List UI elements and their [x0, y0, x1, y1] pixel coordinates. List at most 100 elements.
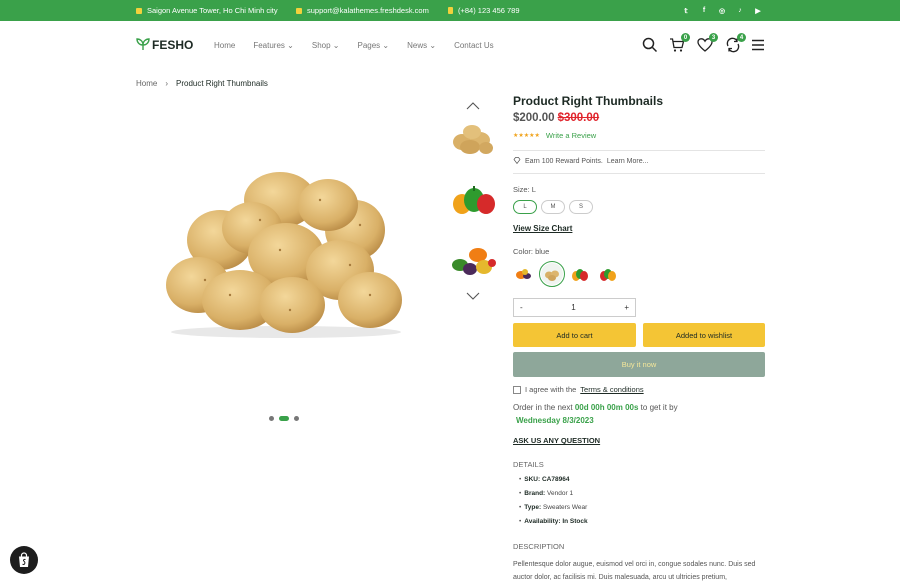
color-swatch-selected[interactable]: [539, 261, 565, 287]
buy-now-button[interactable]: Buy it now: [513, 352, 765, 377]
facebook-icon[interactable]: f: [700, 7, 708, 14]
description-heading: DESCRIPTION: [513, 542, 565, 551]
thumbnail-potatoes[interactable]: [448, 118, 498, 158]
thumbnail-vegetables[interactable]: [448, 241, 498, 281]
detail-value: CA78964: [541, 476, 570, 483]
agree-text: I agree with the: [525, 385, 577, 394]
chevron-up-icon[interactable]: [466, 98, 480, 116]
detail-value: Sweaters Wear: [542, 504, 588, 511]
nav-features-label: Features: [253, 41, 285, 50]
address-text: Saigon Avenue Tower, Ho Chi Minh city: [147, 6, 278, 15]
main-nav: Home Features ⌄ Shop ⌄ Pages ⌄ News ⌄ Co…: [214, 41, 494, 50]
social-links: 𝕥 f ◎ ♪ ▶: [682, 0, 762, 21]
phone-item[interactable]: (+84) 123 456 789: [448, 0, 520, 21]
header: FESHO Home Features ⌄ Shop ⌄ Pages ⌄ New…: [0, 21, 900, 71]
rating-row: ★★★★★ Write a Review: [513, 131, 596, 140]
nav-pages-label: Pages: [357, 41, 381, 50]
map-pin-icon: [136, 7, 142, 14]
bullet: •: [519, 476, 522, 483]
color-label: Color: blue: [513, 247, 550, 256]
size-option-s[interactable]: S: [569, 200, 593, 214]
cart-icon[interactable]: 0: [669, 33, 690, 53]
youtube-icon[interactable]: ▶: [754, 7, 762, 15]
terms-agreement: I agree with the Terms & conditions: [513, 385, 644, 394]
chevron-down-icon: ⌄: [382, 41, 390, 50]
search-icon[interactable]: [642, 37, 658, 53]
color-swatch[interactable]: [569, 263, 591, 285]
terms-link[interactable]: Terms & conditions: [580, 385, 643, 394]
wishlist-icon[interactable]: 3: [697, 33, 718, 53]
detail-label: Type:: [524, 504, 542, 511]
size-options: L M S: [513, 200, 593, 214]
reward-text: Earn 100 Reward Points.: [525, 158, 603, 165]
shopify-bag-icon[interactable]: [10, 546, 38, 574]
nav-features[interactable]: Features ⌄: [253, 41, 294, 50]
twitter-icon[interactable]: 𝕥: [682, 7, 690, 15]
instagram-icon[interactable]: ◎: [718, 7, 726, 15]
thumbnail-peppers[interactable]: [448, 180, 498, 220]
detail-label: Availability:: [524, 518, 561, 525]
price-block: $200.00 $300.00: [513, 112, 599, 124]
detail-value: In Stock: [562, 518, 588, 525]
logo[interactable]: FESHO: [136, 37, 193, 53]
chevron-down-icon: ⌄: [429, 41, 437, 50]
write-review-link[interactable]: Write a Review: [546, 131, 596, 140]
wishlist-count-badge: 3: [709, 33, 718, 42]
cart-count-badge: 0: [681, 33, 690, 42]
breadcrumb-home[interactable]: Home: [136, 79, 157, 88]
logo-text: FESHO: [152, 38, 194, 52]
mail-icon: [296, 7, 302, 14]
breadcrumb-separator: ›: [165, 79, 169, 88]
details-heading: DETAILS: [513, 460, 544, 469]
compare-icon[interactable]: 4: [725, 33, 746, 53]
leaf-logo-icon: [136, 37, 150, 53]
delivery-date: Wednesday 8/3/2023: [516, 416, 594, 425]
nav-news[interactable]: News ⌄: [407, 41, 436, 50]
breadcrumb-current: Product Right Thumbnails: [176, 79, 268, 88]
nav-pages[interactable]: Pages ⌄: [357, 41, 389, 50]
detail-value: Vendor 1: [547, 490, 574, 497]
ask-question-link[interactable]: ASK US ANY QUESTION: [513, 436, 600, 445]
size-chart-link[interactable]: View Size Chart: [513, 224, 572, 233]
main-product-image[interactable]: [160, 160, 412, 340]
description-text: Pellentesque dolor augue, euismod vel or…: [513, 561, 756, 581]
color-swatch[interactable]: [513, 263, 535, 285]
product-title: Product Right Thumbnails: [513, 94, 663, 108]
email-text[interactable]: support@kalathemes.freshdesk.com: [307, 6, 429, 15]
bullet: •: [519, 518, 522, 525]
chevron-down-icon: ⌄: [332, 41, 340, 50]
bullet: •: [519, 504, 522, 511]
nav-shop[interactable]: Shop ⌄: [312, 41, 340, 50]
quantity-input[interactable]: 1: [571, 303, 575, 312]
size-option-m[interactable]: M: [541, 200, 565, 214]
chevron-down-icon[interactable]: [466, 288, 480, 306]
nav-contact[interactable]: Contact Us: [454, 41, 494, 50]
phone-text[interactable]: (+84) 123 456 789: [458, 6, 520, 15]
image-pagination: [269, 416, 299, 421]
email-item[interactable]: support@kalathemes.freshdesk.com: [296, 0, 429, 21]
divider: [513, 150, 765, 151]
order-suffix: to get it by: [640, 403, 678, 412]
nav-home[interactable]: Home: [214, 41, 235, 50]
quantity-decrease-button[interactable]: -: [520, 303, 523, 312]
color-swatches: [513, 261, 619, 287]
size-option-l[interactable]: L: [513, 200, 537, 214]
address-item: Saigon Avenue Tower, Ho Chi Minh city: [136, 0, 278, 21]
pagination-dot[interactable]: [269, 416, 274, 421]
hamburger-menu-icon[interactable]: [751, 38, 767, 54]
terms-checkbox[interactable]: [513, 385, 521, 394]
pagination-dot-active[interactable]: [279, 416, 289, 421]
quantity-increase-button[interactable]: +: [624, 303, 629, 312]
nav-news-label: News: [407, 41, 428, 50]
color-swatch[interactable]: [597, 263, 619, 285]
tiktok-icon[interactable]: ♪: [736, 7, 744, 14]
pagination-dot[interactable]: [294, 416, 299, 421]
product-info: Product Right Thumbnails $200.00 $300.00 …: [513, 94, 765, 581]
current-price: $200.00: [513, 112, 555, 124]
detail-label: SKU:: [524, 476, 541, 483]
learn-more-link[interactable]: Learn More...: [607, 158, 649, 165]
add-to-cart-button[interactable]: Add to cart: [513, 323, 636, 347]
add-to-wishlist-button[interactable]: Added to wishlist: [643, 323, 765, 347]
old-price: $300.00: [557, 112, 600, 124]
divider: [513, 173, 765, 174]
